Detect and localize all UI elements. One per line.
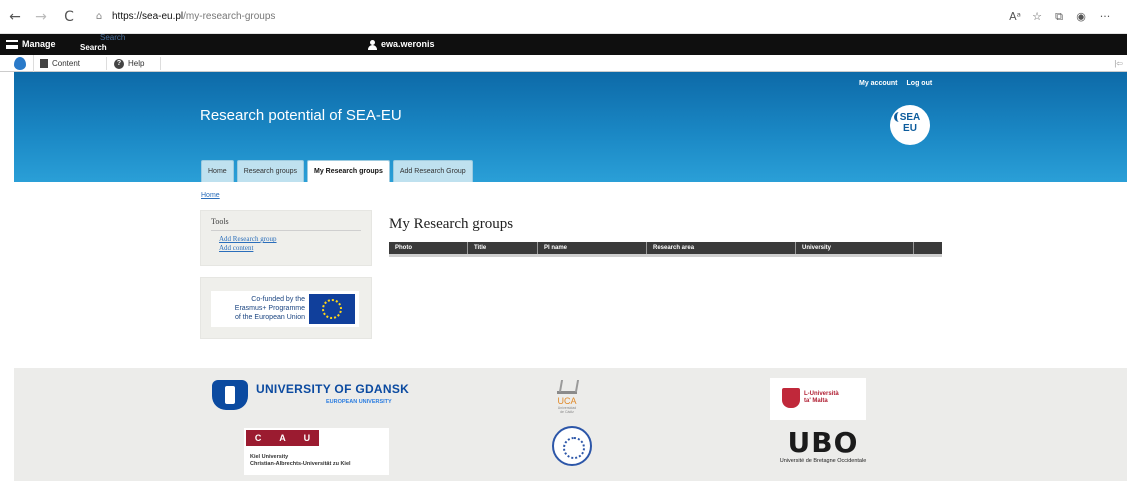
tab-my-research-groups[interactable]: My Research groups: [307, 160, 390, 183]
logo-text-sea: SEA: [899, 112, 921, 123]
tools-block: Tools Add Research group Add content: [200, 210, 372, 266]
my-account-link[interactable]: My account: [859, 80, 898, 87]
toolbar-divider: [160, 57, 161, 70]
logo-text: SEA EU: [890, 112, 930, 134]
sea-eu-logo[interactable]: SEA EU: [890, 105, 930, 145]
page-title: My Research groups: [389, 216, 514, 232]
cau-text: Kiel University Christian-Albrechts-Univ…: [250, 454, 351, 468]
erasmus-text: Co-funded by the Erasmus+ Programme of t…: [213, 295, 305, 322]
research-groups-table-header: Photo Title PI name Research area Univer…: [389, 242, 942, 254]
column-header-empty: [914, 242, 942, 254]
more-icon[interactable]: ···: [1096, 7, 1114, 27]
gdansk-subtitle: EUROPEAN UNIVERSITY: [326, 399, 392, 405]
forward-icon[interactable]: →: [30, 6, 52, 28]
favorites-icon[interactable]: ☆: [1028, 7, 1046, 27]
hamburger-icon: [6, 40, 18, 49]
profile-icon[interactable]: ◉: [1072, 7, 1090, 27]
uca-name: UCA: [557, 396, 577, 406]
uca-small-line: de Cádiz: [560, 410, 574, 414]
user-icon: [368, 39, 377, 50]
tab-research-groups[interactable]: Research groups: [236, 160, 304, 182]
user-name: ewa.weronis: [381, 39, 435, 49]
log-out-link[interactable]: Log out: [907, 80, 933, 87]
read-aloud-icon[interactable]: Aᵃ: [1006, 7, 1024, 27]
tools-title: Tools: [211, 217, 361, 231]
ubo-mark: UBO: [787, 426, 859, 459]
malta-text: L-Università ta' Malta: [804, 391, 839, 405]
site-header: My account Log out Research potential of…: [14, 72, 1127, 183]
column-header-photo[interactable]: Photo: [389, 242, 468, 254]
column-header-title[interactable]: Title: [468, 242, 538, 254]
help-link[interactable]: ? Help: [114, 55, 144, 72]
breadcrumb-home[interactable]: Home: [201, 192, 220, 199]
address-bar[interactable]: https://sea-eu.pl/my-research-groups: [112, 7, 275, 27]
university-of-gdansk-logo[interactable]: UNIVERSITY OF GDANSK EUROPEAN UNIVERSITY: [212, 378, 422, 410]
partners-footer: UNIVERSITY OF GDANSK EUROPEAN UNIVERSITY…: [14, 368, 1127, 481]
search-label: Search: [80, 43, 107, 52]
browser-toolbar: ← → C ⌂ https://sea-eu.pl/my-research-gr…: [0, 0, 1127, 34]
erasmus-line: Erasmus+ Programme: [234, 305, 305, 312]
table-empty-row: [389, 254, 942, 257]
cau-mark: C A U: [246, 430, 319, 446]
logo-text-eu: EU: [903, 123, 917, 134]
help-icon: ?: [114, 58, 124, 69]
erasmus-line: Co-funded by the: [251, 296, 305, 303]
url-domain: https://sea-eu.pl: [112, 11, 184, 22]
uca-mark-icon: [557, 380, 577, 394]
reload-icon[interactable]: C: [58, 6, 80, 28]
content-label: Content: [52, 59, 81, 68]
primary-tabs: Home Research groups My Research groups …: [201, 160, 473, 183]
help-label: Help: [128, 59, 145, 68]
drupal-logo-icon[interactable]: [6, 55, 34, 72]
manage-button[interactable]: Manage: [6, 34, 56, 55]
manage-label: Manage: [22, 39, 56, 49]
gdansk-crest-icon: [212, 380, 248, 410]
kiel-university-logo[interactable]: C A U Kiel University Christian-Albrecht…: [244, 428, 389, 475]
url-path: /my-research-groups: [183, 11, 276, 22]
lock-icon: ⌂: [95, 11, 103, 22]
cau-letter: U: [303, 433, 311, 443]
search-ghost-label: Search: [100, 33, 126, 42]
malta-line: L-Università: [804, 391, 839, 397]
erasmus-banner: Co-funded by the Erasmus+ Programme of t…: [211, 291, 359, 327]
erasmus-block: Co-funded by the Erasmus+ Programme of t…: [200, 277, 372, 339]
main-content: Home Tools Add Research group Add conten…: [14, 182, 1127, 368]
collections-icon[interactable]: ⧉: [1050, 7, 1068, 27]
column-header-university[interactable]: University: [796, 242, 914, 254]
cau-letter: A: [279, 433, 286, 443]
column-header-research-area[interactable]: Research area: [647, 242, 796, 254]
uca-logo[interactable]: UCA Universidad de Cádiz: [552, 380, 582, 420]
user-menu[interactable]: ewa.weronis: [368, 34, 435, 55]
admin-toolbar: Manage Search Search ewa.weronis: [0, 33, 1127, 55]
column-header-pi-name[interactable]: PI name: [538, 242, 647, 254]
ubo-name: Université de Bretagne Occidentale: [779, 458, 867, 464]
search-tab[interactable]: Search Search: [78, 33, 126, 55]
cau-line: Christian-Albrechts-Universität zu Kiel: [250, 461, 351, 467]
malta-logo[interactable]: L-Università ta' Malta: [770, 378, 866, 420]
ubo-logo[interactable]: UBO Université de Bretagne Occidentale: [758, 428, 888, 470]
university-seal-logo[interactable]: [552, 426, 592, 466]
page-root: ← → C ⌂ https://sea-eu.pl/my-research-gr…: [0, 0, 1127, 481]
toolbar-divider: [106, 57, 107, 70]
toolbar-orientation-toggle[interactable]: |⇦: [1114, 55, 1123, 72]
malta-crest-icon: [782, 388, 800, 408]
tab-add-research-group[interactable]: Add Research Group: [392, 160, 473, 182]
tab-home[interactable]: Home: [201, 160, 234, 182]
content-link[interactable]: Content: [40, 55, 80, 72]
user-links: My account Log out: [859, 80, 932, 87]
cau-line: Kiel University: [250, 454, 289, 460]
eu-flag-icon: [309, 294, 355, 324]
back-icon[interactable]: ←: [4, 6, 26, 28]
add-research-group-link[interactable]: Add Research group: [219, 235, 361, 244]
site-title[interactable]: Research potential of SEA-EU: [200, 107, 402, 124]
content-icon: [40, 59, 48, 68]
secondary-toolbar: Content ? Help |⇦: [0, 55, 1127, 72]
malta-line: ta' Malta: [804, 398, 828, 404]
erasmus-line: of the European Union: [234, 314, 305, 321]
add-content-link[interactable]: Add content: [219, 244, 361, 253]
gdansk-name: UNIVERSITY OF GDANSK: [256, 382, 410, 396]
cau-letter: C: [254, 433, 262, 443]
